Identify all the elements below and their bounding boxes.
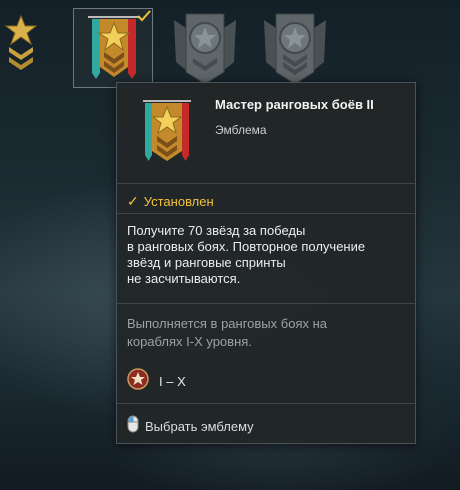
description-line: звёзд и ранговые спринты (127, 255, 286, 270)
description-line: в ранговых боях. Повторное получение (127, 239, 366, 254)
divider (117, 183, 415, 184)
conditions-line: Выполняется в ранговых боях на (127, 316, 328, 331)
status-row: ✓ Установлен (127, 193, 214, 210)
emblem-bar (0, 0, 460, 88)
tooltip-subtitle: Эмблема (215, 123, 267, 137)
ranked-emblem-icon (135, 97, 199, 174)
tier-range: I – X (159, 374, 186, 389)
description-line: не засчитываются. (127, 271, 241, 286)
grey-emblem-icon[interactable] (168, 6, 242, 88)
divider (117, 403, 415, 404)
conditions-text: Выполняется в ранговых боях на кораблях … (127, 315, 412, 351)
status-text: Установлен (143, 194, 214, 209)
select-emblem-label: Выбрать эмблему (145, 419, 254, 434)
tooltip-title: Мастер ранговых боёв II (215, 97, 374, 112)
tooltip-header: Мастер ранговых боёв II Эмблема (117, 83, 415, 183)
checkmark-icon (137, 10, 151, 22)
gold-badge-icon[interactable] (4, 14, 38, 74)
mouse-icon (127, 415, 139, 438)
description-line: Получите 70 звёзд за победы (127, 223, 306, 238)
emblem-tooltip: Мастер ранговых боёв II Эмблема ✓ Устано… (116, 82, 416, 444)
grey-emblem-icon[interactable] (258, 6, 332, 88)
conditions-line: кораблях I-X уровня. (127, 334, 252, 349)
divider (117, 303, 415, 304)
divider (117, 213, 415, 214)
ranked-battle-icon (127, 368, 149, 395)
select-emblem-button[interactable]: Выбрать эмблему (127, 415, 254, 438)
description-text: Получите 70 звёзд за победы в ранговых б… (127, 223, 412, 287)
checkmark-icon: ✓ (127, 193, 139, 209)
tier-row: I – X (127, 368, 186, 395)
